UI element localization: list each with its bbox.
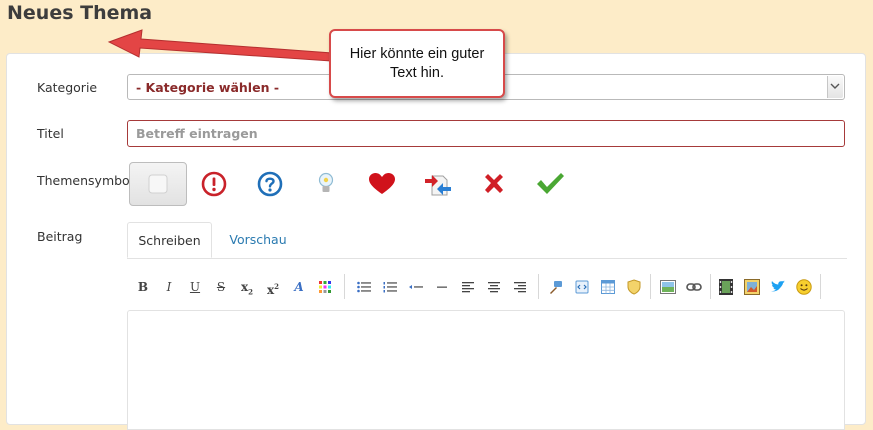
annotation-callout: Hier könnte ein guter Text hin. (329, 29, 505, 98)
